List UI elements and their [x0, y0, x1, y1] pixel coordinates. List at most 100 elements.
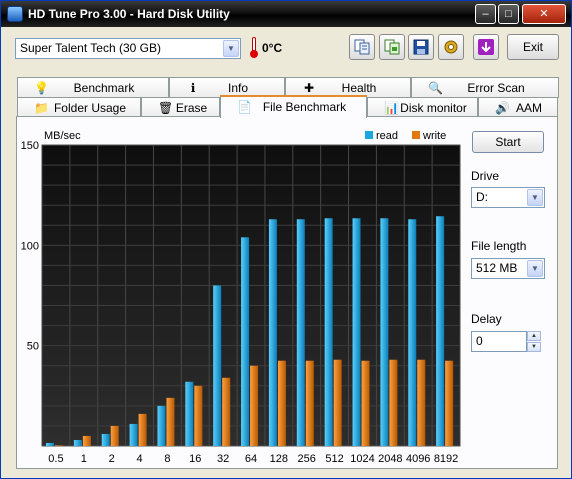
y-tick-label: 50	[27, 341, 39, 353]
options-button[interactable]	[438, 34, 464, 60]
legend-swatch-read	[365, 131, 373, 139]
x-tick-label: 2048	[378, 453, 402, 465]
write-bar	[417, 359, 426, 446]
x-tick-label: 16	[189, 453, 201, 465]
read-bar	[213, 285, 222, 446]
read-bar	[324, 218, 333, 446]
x-tick-label: 256	[298, 453, 316, 465]
temperature-readout: 0°C	[262, 41, 283, 55]
main-window: HD Tune Pro 3.00 - Hard Disk Utility – □…	[0, 0, 572, 479]
read-bar	[380, 218, 389, 446]
drive-select-value: D:	[476, 190, 488, 204]
chevron-down-icon[interactable]: ▼	[527, 189, 543, 206]
tab-benchmark[interactable]: 💡 Benchmark	[17, 77, 169, 98]
read-bar	[268, 219, 277, 446]
write-bar	[277, 360, 286, 446]
write-bar	[445, 360, 454, 446]
write-bar	[82, 435, 91, 446]
write-bar	[138, 413, 147, 446]
read-bar	[296, 219, 305, 446]
delay-down-button[interactable]: ▼	[527, 342, 541, 352]
app-icon	[7, 6, 23, 22]
x-tick-label: 32	[217, 453, 229, 465]
exit-button[interactable]: Exit	[507, 34, 559, 60]
write-bar	[333, 359, 342, 446]
chevron-down-icon[interactable]: ▼	[223, 40, 239, 57]
y-tick-label: 150	[21, 140, 39, 152]
read-bar	[185, 381, 194, 446]
benchmark-chart: 50 100 150 MB/sec 0.5 1 2 4 8 16 32 64 128 256 512 1024…	[17, 117, 467, 470]
copy-screenshot-button[interactable]	[379, 34, 405, 60]
write-bar	[250, 365, 259, 446]
thermometer-icon	[250, 37, 258, 59]
title-bar[interactable]: HD Tune Pro 3.00 - Hard Disk Utility – □…	[1, 1, 571, 27]
tab-label: AAM	[515, 101, 542, 115]
toolbar: Super Talent Tech (30 GB) ▼ 0°C Exit	[2, 27, 571, 71]
tab-disk-monitor[interactable]: 📊 Disk monitor	[367, 97, 478, 118]
write-bar	[110, 425, 119, 446]
minimize-button[interactable]: –	[475, 4, 496, 24]
save-button[interactable]	[408, 34, 434, 60]
read-bar	[241, 237, 250, 446]
tab-label: Disk monitor	[400, 101, 467, 115]
x-tick-label: 8192	[434, 453, 458, 465]
copy-screenshot-icon	[384, 39, 400, 55]
disk-select[interactable]: Super Talent Tech (30 GB) ▼	[15, 38, 241, 59]
delay-up-button[interactable]: ▲	[527, 331, 541, 341]
x-tick-label: 128	[270, 453, 288, 465]
download-button[interactable]	[473, 34, 499, 60]
drive-label: Drive	[471, 169, 500, 183]
x-tick-label: 8	[164, 453, 170, 465]
copy-text-button[interactable]	[349, 34, 375, 60]
file-length-select-value: 512 MB	[476, 261, 518, 275]
tab-label: Folder Usage	[53, 101, 127, 115]
file-benchmark-panel: 50 100 150 MB/sec 0.5 1 2 4 8 16 32 64 128 256 512 1024…	[16, 116, 558, 469]
delay-input[interactable]: 0	[471, 331, 527, 352]
read-bar	[157, 405, 166, 446]
read-bar	[436, 216, 445, 446]
tab-label: Erase	[175, 101, 208, 115]
x-tick-label: 2	[109, 453, 115, 465]
x-tick-label: 4096	[406, 453, 430, 465]
drive-select[interactable]: D: ▼	[471, 187, 545, 208]
tab-error-scan[interactable]: 🔍 Error Scan	[411, 77, 559, 98]
x-tick-label: 64	[245, 453, 257, 465]
x-tick-label: 4	[136, 453, 142, 465]
file-length-label: File length	[471, 239, 527, 253]
tab-erase[interactable]: 🗑 Erase	[141, 97, 220, 118]
copy-text-icon	[354, 39, 370, 55]
write-bar	[166, 397, 175, 446]
write-bar	[222, 377, 231, 446]
read-bar	[73, 439, 82, 446]
chart-svg: 50 100 150 MB/sec 0.5 1 2 4 8 16 32 64 128 256 512 1024…	[21, 130, 461, 465]
delay-label: Delay	[471, 312, 502, 326]
y-tick-label: 100	[21, 240, 39, 252]
options-icon	[444, 40, 458, 54]
maximize-button[interactable]: □	[498, 4, 519, 24]
read-bar	[129, 423, 138, 446]
delay-input-value: 0	[476, 334, 483, 348]
chevron-down-icon[interactable]: ▼	[527, 260, 543, 277]
x-tick-label: 1	[81, 453, 87, 465]
tab-aam[interactable]: 🔊 AAM	[478, 97, 558, 118]
tab-label: File Benchmark	[262, 100, 347, 114]
file-length-select[interactable]: 512 MB ▼	[471, 258, 545, 279]
x-tick-label: 0.5	[48, 453, 63, 465]
read-bar	[46, 442, 54, 446]
y-axis-label: MB/sec	[44, 130, 81, 142]
legend-label-read: read	[376, 130, 398, 142]
download-icon	[478, 39, 494, 55]
tab-folder-usage[interactable]: 📁 Folder Usage	[17, 97, 141, 118]
write-bar	[305, 360, 314, 446]
legend-swatch-write	[412, 131, 420, 139]
write-bar	[194, 385, 203, 446]
read-bar	[408, 219, 417, 446]
write-bar	[361, 360, 370, 446]
disk-select-value: Super Talent Tech (30 GB)	[20, 41, 161, 55]
write-bar	[55, 445, 63, 446]
tab-label: Benchmark	[73, 81, 135, 95]
start-button[interactable]: Start	[472, 131, 544, 153]
tab-file-benchmark[interactable]: 📄 File Benchmark	[220, 95, 367, 118]
window-title: HD Tune Pro 3.00 - Hard Disk Utility	[28, 7, 230, 21]
close-button[interactable]: ✕	[522, 4, 566, 24]
